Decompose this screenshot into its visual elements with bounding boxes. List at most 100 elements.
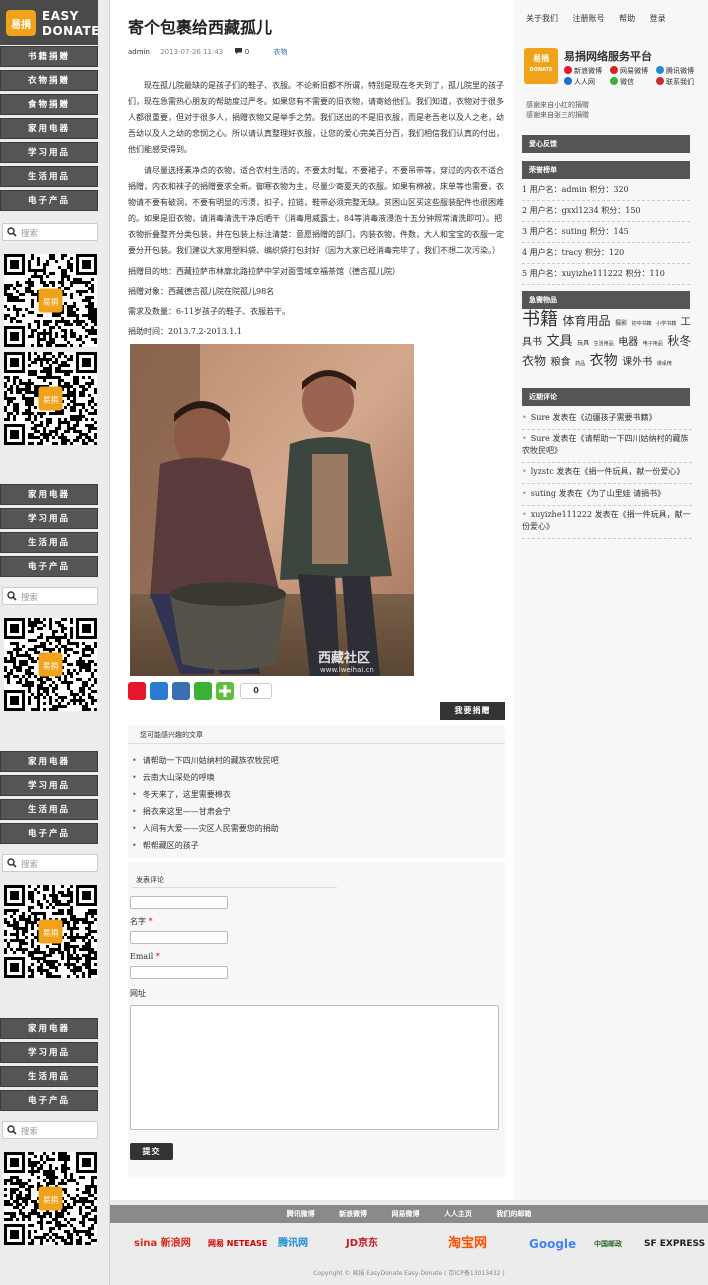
related-link[interactable]: 云南大山深处的呼唤 (132, 769, 279, 786)
recent-comment[interactable]: suting 发表在《为了山里娃 请捐书》 (522, 488, 692, 506)
donate-button[interactable]: 我要捐赠 (440, 702, 505, 720)
comment-count[interactable]: 0 (234, 48, 258, 56)
related-link[interactable]: 捐衣来这里——甘肃会宁 (132, 803, 279, 820)
nav-login[interactable]: 登录 (650, 14, 666, 23)
category-daily[interactable]: 生活用品 (0, 166, 98, 187)
feedback-heading[interactable]: 爱心反馈 (522, 135, 690, 153)
name-field[interactable] (130, 931, 228, 944)
related-link[interactable]: 冬天来了，这里需要棉衣 (132, 786, 279, 803)
category-daily[interactable]: 生活用品 (0, 1066, 98, 1087)
required-mark: * (155, 952, 160, 961)
category-appliances[interactable]: 家用电器 (0, 118, 98, 139)
footer-link[interactable]: 人人主页 (444, 1210, 472, 1218)
article-body: 现在孤儿院最缺的是孩子们的鞋子、衣服。不论新旧都不所谓，特别是现在冬天到了，孤儿… (128, 78, 506, 344)
rank-item: 4 用户名：tracy 积分：120 (522, 243, 690, 264)
category-electronics[interactable]: 电子产品 (0, 190, 98, 211)
tencent-weibo-link[interactable]: 腾讯微博 (656, 66, 694, 76)
partner-logo-sf[interactable]: SF EXPRESS (644, 1233, 705, 1255)
comment-top-field[interactable] (130, 896, 228, 909)
category-electronics[interactable]: 电子产品 (0, 1090, 98, 1111)
partner-logo-google[interactable]: Google (529, 1233, 576, 1255)
renren-share-icon[interactable] (172, 682, 190, 700)
footer-link[interactable]: 我们的邮箱 (496, 1210, 531, 1218)
nav-about[interactable]: 关于我们 (526, 14, 558, 23)
tag-link[interactable]: 文具 (547, 334, 573, 349)
qr-code: 易捐 (4, 254, 97, 347)
email-field[interactable] (130, 966, 228, 979)
partner-logo-post[interactable]: 中国邮政 (594, 1233, 622, 1255)
tag-link[interactable]: 粮食 (551, 357, 571, 368)
weibo-share-icon[interactable] (128, 682, 146, 700)
footer-link[interactable]: 腾讯微博 (287, 1210, 315, 1218)
category-daily[interactable]: 生活用品 (0, 799, 98, 820)
category-clothes[interactable]: 衣物捐赠 (0, 70, 98, 91)
category-appliances[interactable]: 家用电器 (0, 1018, 98, 1039)
tag-link[interactable]: 摄影 (615, 320, 627, 327)
renren-link[interactable]: 人人网 (564, 77, 595, 87)
recent-comment[interactable]: Sure 发表在《请帮助一下四川姑纳村的藏族农牧民吧》 (522, 433, 692, 463)
search-input[interactable]: 搜索 (2, 854, 98, 872)
tag-link[interactable]: 课桌椅 (657, 361, 672, 367)
wechat-link[interactable]: 微信 (610, 77, 634, 87)
category-electronics[interactable]: 电子产品 (0, 556, 98, 577)
tag-link[interactable]: 体育用品 (563, 314, 611, 328)
more-share-icon[interactable] (216, 682, 234, 700)
site-logo[interactable]: 易捐 EASY DONATE (0, 0, 100, 45)
contact-link[interactable]: 联系我们 (656, 77, 694, 87)
search-placeholder: 搜索 (21, 593, 39, 603)
related-link[interactable]: 请帮助一下四川姑纳村的藏族农牧民吧 (132, 752, 279, 769)
required-mark: * (148, 917, 153, 926)
post-category[interactable]: 衣物 (273, 48, 287, 56)
footer-link[interactable]: 新浪微博 (339, 1210, 367, 1218)
category-food[interactable]: 食物捐赠 (0, 94, 98, 115)
search-placeholder: 搜索 (21, 1127, 39, 1137)
comment-textarea[interactable] (130, 1005, 499, 1130)
partner-logo-sina[interactable]: sina 新浪网 (134, 1233, 191, 1255)
category-study[interactable]: 学习用品 (0, 1042, 98, 1063)
footer-link[interactable]: 网易微博 (392, 1210, 420, 1218)
tag-link[interactable]: 衣物 (590, 353, 618, 369)
post-author[interactable]: admin (128, 48, 150, 56)
tag-link[interactable]: 初中书籍 (632, 321, 652, 327)
partner-logo-netease[interactable]: 网易 NETEASE (208, 1233, 267, 1255)
recent-comment[interactable]: lyzstc 发表在《捐一件玩具，献一份爱心》 (522, 466, 692, 484)
category-study[interactable]: 学习用品 (0, 775, 98, 796)
recent-comment[interactable]: Sure 发表在《边疆孩子需要书籍》 (522, 412, 692, 430)
wechat-share-icon[interactable] (194, 682, 212, 700)
category-daily[interactable]: 生活用品 (0, 532, 98, 553)
search-input[interactable]: 搜索 (2, 223, 98, 241)
category-electronics[interactable]: 电子产品 (0, 823, 98, 844)
search-input[interactable]: 搜索 (2, 587, 98, 605)
nav-register[interactable]: 注册账号 (573, 14, 605, 23)
tag-link[interactable]: 药品 (575, 361, 585, 367)
category-appliances[interactable]: 家用电器 (0, 751, 98, 772)
tag-link[interactable]: 电子用品 (643, 341, 663, 347)
netease-weibo-link[interactable]: 网易微博 (610, 66, 648, 76)
tag-link[interactable]: 玩具 (577, 340, 589, 347)
related-link[interactable]: 帮帮藏区的孩子 (132, 837, 279, 854)
category-study[interactable]: 学习用品 (0, 508, 98, 529)
partner-logo-taobao[interactable]: 淘宝网 (448, 1233, 487, 1255)
logo-text-line2: DONATE (42, 24, 100, 38)
tag-link[interactable]: 电器 (618, 337, 638, 348)
partner-logo-jd[interactable]: JD京东 (346, 1233, 378, 1255)
rank-heading: 荣誉榜单 (522, 161, 690, 179)
tag-link[interactable]: 生活用品 (594, 341, 614, 347)
tencent-weibo-share-icon[interactable] (150, 682, 168, 700)
partner-logo-tencent[interactable]: 腾讯网 (278, 1233, 308, 1255)
recent-comment[interactable]: xuyizhe111222 发表在《捐一件玩具，献一份爱心》 (522, 509, 692, 539)
sina-weibo-link[interactable]: 新浪微博 (564, 66, 602, 76)
submit-comment-button[interactable]: 提交 (130, 1143, 173, 1160)
nav-help[interactable]: 帮助 (619, 14, 635, 23)
tag-link[interactable]: 书籍 (522, 309, 558, 330)
related-link[interactable]: 人间有大爱——灾区人民需要您的捐助 (132, 820, 279, 837)
category-study[interactable]: 学习用品 (0, 142, 98, 163)
search-icon (7, 227, 17, 237)
search-input[interactable]: 搜索 (2, 1121, 98, 1139)
tag-link[interactable]: 课外书 (622, 357, 652, 368)
category-appliances[interactable]: 家用电器 (0, 484, 98, 505)
category-books[interactable]: 书籍捐赠 (0, 46, 98, 67)
qr-code: 易捐 (4, 885, 97, 978)
tag-link[interactable]: 小学书籍 (656, 321, 676, 327)
post-title[interactable]: 寄个包裹给西藏孤儿 (128, 14, 272, 38)
